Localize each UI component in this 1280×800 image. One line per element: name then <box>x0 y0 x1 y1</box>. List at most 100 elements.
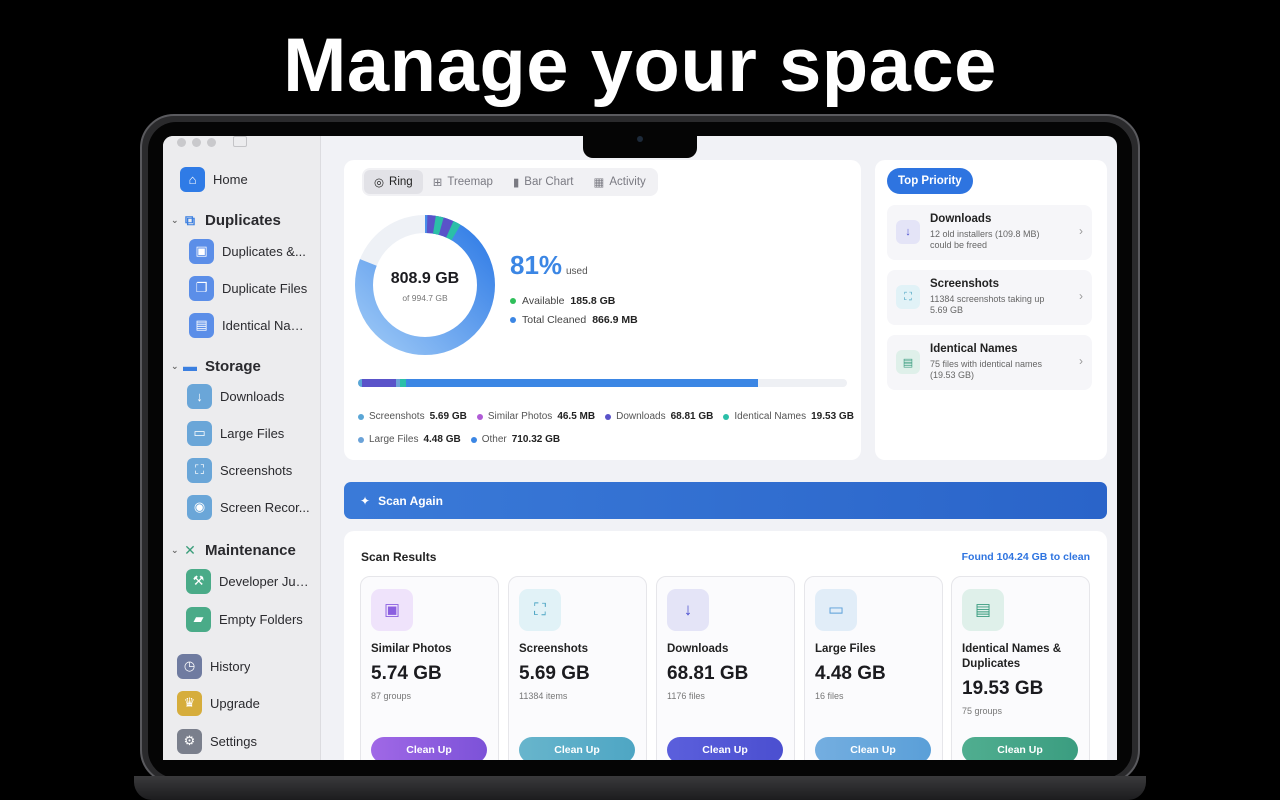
priority-item-screenshots[interactable]: ⛶ Screenshots 11384 screenshots taking u… <box>887 270 1092 325</box>
drive-icon: ▭ <box>187 420 212 446</box>
legend-item: Identical Names 19.53 GB <box>723 411 854 422</box>
chevron-right-icon: › <box>1079 289 1083 303</box>
top-priority-pill: Top Priority <box>887 168 973 194</box>
section-duplicates[interactable]: ⌄ ⧉ Duplicates <box>171 211 281 229</box>
sidebar-item-duplicates-similar[interactable]: ▣ Duplicates &... <box>189 237 306 265</box>
section-label: Maintenance <box>205 541 296 559</box>
sidebar-item-large-files[interactable]: ▭ Large Files <box>187 419 284 447</box>
sidebar-item-label: Large Files <box>220 425 285 441</box>
tab-ring[interactable]: ◎ Ring <box>364 170 423 194</box>
scan-results-title: Scan Results <box>361 550 437 564</box>
bar-segment-other <box>406 379 758 387</box>
clean-up-button[interactable]: Clean Up <box>371 737 487 760</box>
laptop-base <box>134 776 1146 800</box>
storage-legend: Screenshots 5.69 GB Similar Photos 46.5 MB… <box>358 411 858 445</box>
used-word: used <box>566 266 588 277</box>
legend-item: Downloads 68.81 GB <box>605 411 713 422</box>
headline: Manage your space <box>283 23 997 108</box>
legend-item: Other 710.32 GB <box>470 434 560 445</box>
tab-treemap[interactable]: ⊞ Treemap <box>423 170 503 194</box>
gear-icon: ⚙ <box>177 728 202 754</box>
photos-icon: ▣ <box>189 238 214 264</box>
duplicates-icon: ⧉ <box>185 211 195 228</box>
document-search-icon: ▤ <box>896 350 920 374</box>
sidebar-item-history[interactable]: ◷ History <box>177 652 250 680</box>
document-search-icon: ▤ <box>962 589 1004 631</box>
available-dot <box>510 298 516 304</box>
home-icon: ⌂ <box>180 166 205 192</box>
sparkle-icon: ✦ <box>360 493 371 508</box>
sidebar-toggle-icon[interactable] <box>233 136 247 147</box>
sidebar-item-label: Upgrade <box>210 695 260 711</box>
screenshot-icon: ⛶ <box>896 285 920 309</box>
cleaned-stat: Total Cleaned 866.9 MB <box>510 314 638 326</box>
clock-icon: ◷ <box>177 653 202 679</box>
crown-icon: ♛ <box>177 690 202 716</box>
chevron-right-icon: › <box>1079 224 1083 238</box>
legend-item: Similar Photos 46.5 MB <box>476 411 595 422</box>
sidebar-item-label: Home <box>213 171 248 187</box>
sidebar-item-settings[interactable]: ⚙ Settings <box>177 727 257 755</box>
sidebar-item-label: Developer Junk <box>219 573 309 589</box>
section-label: Duplicates <box>205 211 281 229</box>
tab-bar-chart[interactable]: ▮ Bar Chart <box>503 170 584 194</box>
sidebar-item-screenshots[interactable]: ⛶ Screenshots <box>187 456 292 484</box>
storage-icon: ▬ <box>183 358 197 374</box>
top-priority-card: Top Priority ↓ Downloads 12 old installe… <box>875 160 1107 460</box>
section-storage[interactable]: ⌄ ▬ Storage <box>171 357 261 375</box>
storage-overview-card: ◎ Ring ⊞ Treemap ▮ Bar Chart ▦ Activity 808.… <box>344 160 861 460</box>
clean-up-button[interactable]: Clean Up <box>519 737 635 760</box>
section-maintenance[interactable]: ⌄ ✕ Maintenance <box>171 541 296 559</box>
sidebar-item-label: Settings <box>210 733 257 749</box>
priority-item-downloads[interactable]: ↓ Downloads 12 old installers (109.8 MB)… <box>887 205 1092 260</box>
sidebar-item-developer-junk[interactable]: ⚒ Developer Junk <box>186 567 309 595</box>
tab-activity[interactable]: ▦ Activity <box>584 170 656 194</box>
priority-item-identical-names[interactable]: ▤ Identical Names 75 files with identica… <box>887 335 1092 390</box>
sidebar-item-home[interactable]: ⌂ Home <box>180 165 248 193</box>
window-controls[interactable] <box>177 138 216 147</box>
result-card-downloads: ↓ Downloads 68.81 GB 1176 files Clean Up <box>656 576 795 760</box>
result-card-large-files: ▭ Large Files 4.48 GB 16 files Clean Up <box>804 576 943 760</box>
ring-total-value: of 994.7 GB <box>402 293 448 303</box>
result-card-identical-names: ▤ Identical Names & Duplicates 19.53 GB … <box>951 576 1090 760</box>
scan-again-button[interactable]: ✦ Scan Again <box>344 482 1107 519</box>
folder-icon: ▰ <box>186 606 211 632</box>
sidebar-item-upgrade[interactable]: ♛ Upgrade <box>177 689 260 717</box>
download-icon: ↓ <box>896 220 920 244</box>
sidebar-item-downloads[interactable]: ↓ Downloads <box>187 382 284 410</box>
sidebar-item-label: Duplicates &... <box>222 243 306 259</box>
cleaned-dot <box>510 317 516 323</box>
download-icon: ↓ <box>667 589 709 631</box>
record-icon: ◉ <box>187 494 212 520</box>
drive-icon: ▭ <box>815 589 857 631</box>
sidebar-item-label: Empty Folders <box>219 611 303 627</box>
result-card-screenshots: ⛶ Screenshots 5.69 GB 11384 items Clean … <box>508 576 647 760</box>
chevron-down-icon: ⌄ <box>171 360 179 371</box>
sidebar-item-duplicate-files[interactable]: ❐ Duplicate Files <box>189 274 307 302</box>
sidebar-item-identical-names[interactable]: ▤ Identical Nam... <box>189 311 312 339</box>
result-card-similar-photos: ▣ Similar Photos 5.74 GB 87 groups Clean… <box>360 576 499 760</box>
sidebar-item-label: Duplicate Files <box>222 280 308 296</box>
legend-item: Screenshots 5.69 GB <box>358 411 467 422</box>
ring-used-value: 808.9 GB <box>390 270 460 287</box>
section-label: Storage <box>205 357 261 375</box>
available-stat: Available 185.8 GB <box>510 295 615 307</box>
clean-up-button[interactable]: Clean Up <box>962 737 1078 760</box>
sidebar-item-label: Downloads <box>220 388 285 404</box>
sidebar: ⌂ Home ⌄ ⧉ Duplicates ▣ Duplicates &... … <box>163 136 321 760</box>
legend-item: Large Files 4.48 GB <box>358 434 461 445</box>
sidebar-item-label: History <box>210 658 251 674</box>
download-icon: ↓ <box>187 383 212 409</box>
sidebar-item-label: Screen Recor... <box>220 499 310 515</box>
sidebar-item-screen-recordings[interactable]: ◉ Screen Recor... <box>187 493 310 521</box>
screenshot-icon: ⛶ <box>187 457 212 483</box>
chevron-down-icon: ⌄ <box>171 214 179 225</box>
app-window: ⌂ Home ⌄ ⧉ Duplicates ▣ Duplicates &... … <box>163 136 1117 760</box>
clean-up-button[interactable]: Clean Up <box>815 737 931 760</box>
files-icon: ❐ <box>189 275 214 301</box>
clean-up-button[interactable]: Clean Up <box>667 737 783 760</box>
sidebar-item-empty-folders[interactable]: ▰ Empty Folders <box>186 605 303 633</box>
bar-segment-downloads <box>362 379 396 387</box>
grid-icon: ⊞ <box>432 177 443 189</box>
screenshot-icon: ⛶ <box>519 589 561 631</box>
